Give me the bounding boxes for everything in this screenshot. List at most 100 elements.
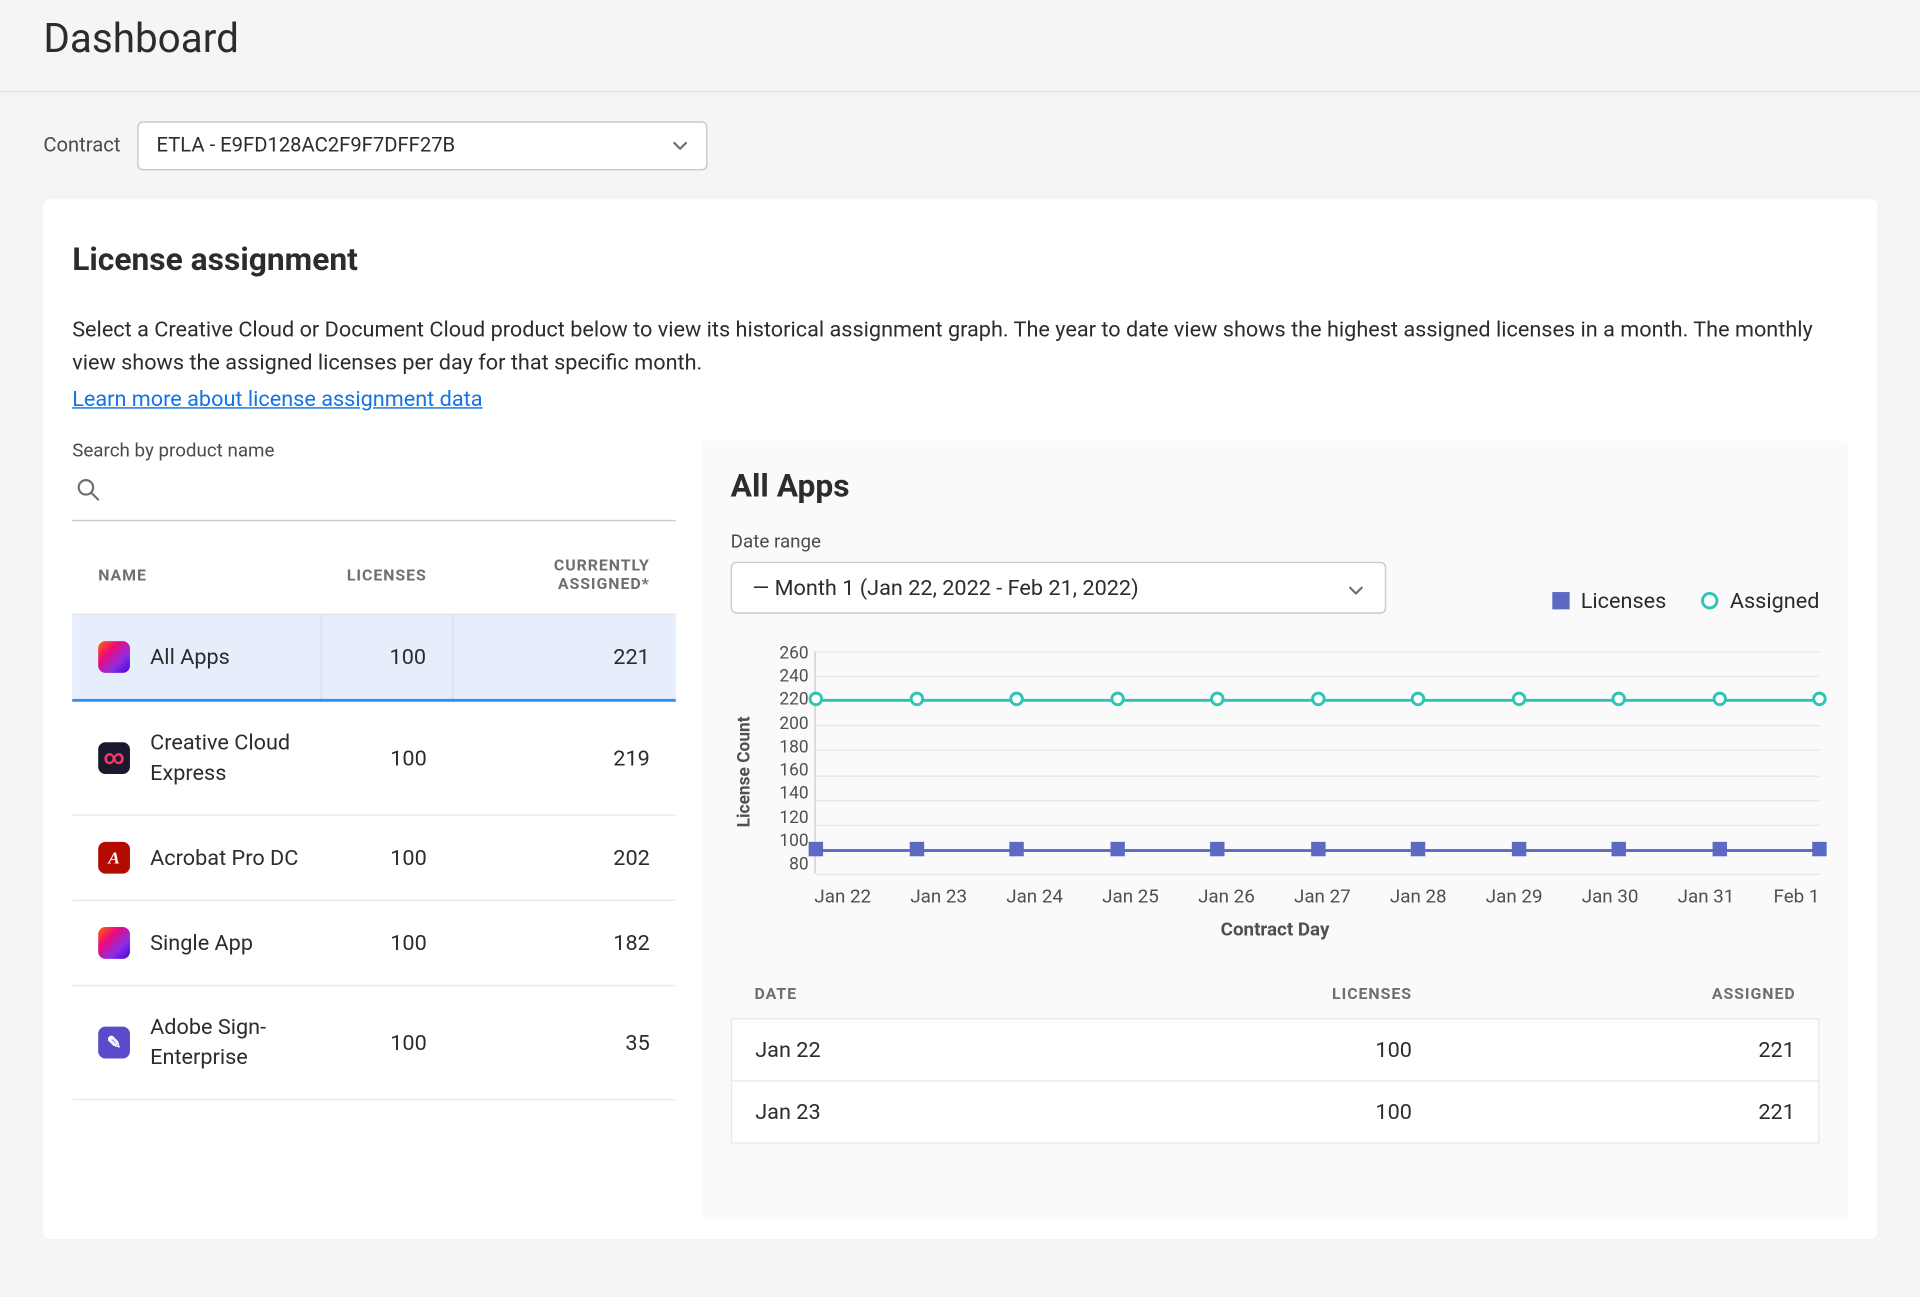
col-name[interactable]: NAME [72, 536, 321, 615]
x-tick: Jan 30 [1582, 887, 1639, 909]
y-axis-label: License Count [731, 643, 757, 903]
row-licenses: 100 [1063, 1081, 1435, 1143]
product-name: Single App [150, 928, 253, 958]
col-assigned[interactable]: ASSIGNED [1435, 970, 1819, 1018]
x-tick: Jan 23 [910, 887, 967, 909]
circle-marker-icon [1812, 692, 1826, 706]
y-tick: 240 [757, 666, 809, 686]
y-tick: 260 [757, 643, 809, 663]
circle-marker-icon [1210, 692, 1224, 706]
table-row[interactable]: Acrobat Pro DC100202 [72, 815, 676, 900]
col-date[interactable]: DATE [731, 970, 1063, 1018]
col-licenses[interactable]: LICENSES [321, 536, 453, 615]
square-marker-icon [1411, 842, 1425, 856]
x-axis-label: Contract Day [731, 920, 1820, 942]
license-chart: 26024022020018016014012010080 Jan 22Jan … [757, 643, 1820, 903]
app-icon [98, 641, 130, 673]
page-title: Dashboard [43, 14, 1877, 62]
circle-marker-icon [1009, 692, 1023, 706]
y-tick: 120 [757, 807, 809, 827]
product-assigned: 182 [453, 900, 676, 985]
product-licenses: 100 [321, 815, 453, 900]
contract-label: Contract [43, 134, 120, 157]
circle-marker-icon [1612, 692, 1626, 706]
search-icon [75, 477, 101, 509]
circle-marker-icon [1110, 692, 1124, 706]
date-range-value: — Month 1 (Jan 22, 2022 - Feb 21, 2022) [752, 575, 1138, 601]
x-tick: Feb 1 [1774, 887, 1820, 909]
detail-title: All Apps [731, 469, 1820, 505]
x-tick: Jan 29 [1486, 887, 1543, 909]
table-row[interactable]: All Apps100221 [72, 614, 676, 700]
table-row[interactable]: Jan 22100221 [731, 1019, 1818, 1081]
date-range-label: Date range [731, 531, 1387, 553]
y-tick: 160 [757, 760, 809, 780]
x-tick: Jan 24 [1006, 887, 1063, 909]
y-tick: 180 [757, 736, 809, 756]
y-tick: 100 [757, 830, 809, 850]
square-marker-icon [1310, 842, 1324, 856]
col-assigned[interactable]: CURRENTLY ASSIGNED* [453, 536, 676, 615]
product-licenses: 100 [321, 614, 453, 700]
square-marker-icon [1511, 842, 1525, 856]
circle-marker-icon [809, 692, 823, 706]
circle-marker-icon [1411, 692, 1425, 706]
legend-licenses: Licenses [1552, 588, 1666, 614]
row-assigned: 221 [1435, 1019, 1819, 1081]
product-licenses: 100 [321, 700, 453, 815]
circle-marker-icon [1511, 692, 1525, 706]
chevron-down-icon [672, 137, 689, 154]
section-description: Select a Creative Cloud or Document Clou… [72, 313, 1848, 378]
row-assigned: 221 [1435, 1081, 1819, 1143]
date-range-select[interactable]: — Month 1 (Jan 22, 2022 - Feb 21, 2022) [731, 562, 1387, 614]
data-table: DATE LICENSES ASSIGNED Jan 22100221Jan 2… [731, 970, 1820, 1143]
square-marker-icon [1009, 842, 1023, 856]
table-row[interactable]: Jan 23100221 [731, 1081, 1818, 1143]
contract-select[interactable]: ETLA - E9FD128AC2F9F7DFF27B [138, 121, 708, 170]
square-marker-icon [1612, 842, 1626, 856]
app-icon [98, 842, 130, 874]
x-tick: Jan 25 [1102, 887, 1159, 909]
x-tick: Jan 28 [1390, 887, 1447, 909]
circle-marker-icon [1310, 692, 1324, 706]
col-licenses[interactable]: LICENSES [1063, 970, 1435, 1018]
contract-value: ETLA - E9FD128AC2F9F7DFF27B [157, 134, 456, 157]
app-icon [98, 1027, 130, 1059]
circle-marker-icon [909, 692, 923, 706]
product-assigned: 202 [453, 815, 676, 900]
chart-legend: Licenses Assigned [1552, 588, 1820, 614]
product-table: NAME LICENSES CURRENTLY ASSIGNED* All Ap… [72, 536, 676, 1101]
x-tick: Jan 26 [1198, 887, 1255, 909]
y-tick: 200 [757, 713, 809, 733]
row-licenses: 100 [1063, 1019, 1435, 1081]
app-icon [98, 742, 130, 774]
product-assigned: 35 [453, 986, 676, 1100]
row-date: Jan 23 [731, 1081, 1063, 1143]
square-marker-icon [909, 842, 923, 856]
product-licenses: 100 [321, 986, 453, 1100]
legend-assigned: Assigned [1701, 588, 1819, 614]
table-row[interactable]: Creative Cloud Express100219 [72, 700, 676, 815]
table-row[interactable]: Adobe Sign-Enterprise10035 [72, 986, 676, 1100]
search-input[interactable] [72, 471, 676, 522]
x-tick: Jan 22 [814, 887, 871, 909]
product-licenses: 100 [321, 900, 453, 985]
search-label: Search by product name [72, 440, 676, 462]
section-title: License assignment [72, 243, 1848, 279]
learn-more-link[interactable]: Learn more about license assignment data [72, 386, 482, 412]
square-marker-icon [1812, 842, 1826, 856]
y-tick: 220 [757, 689, 809, 709]
product-name: Creative Cloud Express [150, 728, 306, 789]
app-icon [98, 927, 130, 959]
square-marker-icon [1210, 842, 1224, 856]
circle-marker-icon [1701, 592, 1718, 609]
square-marker-icon [1712, 842, 1726, 856]
y-tick: 140 [757, 783, 809, 803]
product-name: Adobe Sign-Enterprise [150, 1012, 306, 1073]
product-assigned: 221 [453, 614, 676, 700]
square-marker-icon [1110, 842, 1124, 856]
table-row[interactable]: Single App 100182 [72, 900, 676, 985]
row-date: Jan 22 [731, 1019, 1063, 1081]
square-marker-icon [809, 842, 823, 856]
square-marker-icon [1552, 592, 1569, 609]
